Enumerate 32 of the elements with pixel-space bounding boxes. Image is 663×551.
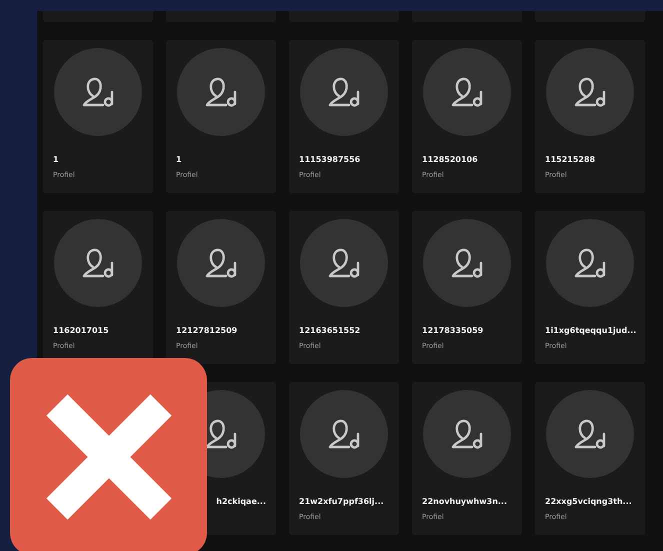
profile-name: 12178335059 bbox=[422, 326, 484, 335]
person-music-note-icon bbox=[572, 418, 608, 450]
profile-name: 1 bbox=[176, 155, 183, 164]
person-music-note-icon bbox=[449, 76, 485, 108]
profile-name: 1162017015 bbox=[53, 326, 110, 335]
profile-name: 22novhuywhw3n... bbox=[422, 497, 508, 506]
person-music-note-icon bbox=[572, 76, 608, 108]
person-music-note-icon bbox=[326, 418, 362, 450]
person-music-note-icon bbox=[326, 247, 362, 279]
person-music-note-icon bbox=[449, 247, 485, 279]
person-music-note-icon bbox=[80, 247, 116, 279]
person-music-note-icon bbox=[326, 76, 362, 108]
profile-card[interactable] bbox=[535, 11, 645, 22]
person-music-note-icon bbox=[449, 418, 485, 450]
profile-card[interactable] bbox=[412, 11, 522, 22]
profile-card[interactable] bbox=[43, 11, 153, 22]
profile-name: 1128520106 bbox=[422, 155, 479, 164]
person-music-note-icon bbox=[80, 76, 116, 108]
profile-name: 12127812509 bbox=[176, 326, 238, 335]
person-music-note-icon bbox=[203, 76, 239, 108]
person-music-note-icon bbox=[572, 247, 608, 279]
person-music-note-icon bbox=[203, 247, 239, 279]
profile-name: 11153987556 bbox=[299, 155, 362, 164]
profile-name: 12163651552 bbox=[299, 326, 362, 335]
profile-name: h2ckiqae... bbox=[215, 497, 266, 506]
profile-card[interactable] bbox=[166, 11, 276, 22]
profile-name: 22xxg5vciqng3th... bbox=[545, 497, 633, 506]
profile-name: 115215288 bbox=[545, 155, 596, 164]
profile-card[interactable] bbox=[289, 11, 399, 22]
profile-name: 1i1xg6tqeqqu1jud... bbox=[545, 326, 635, 335]
profile-name: 21w2xfu7ppf36lj... bbox=[299, 497, 385, 506]
profile-name: 1 bbox=[53, 155, 60, 164]
